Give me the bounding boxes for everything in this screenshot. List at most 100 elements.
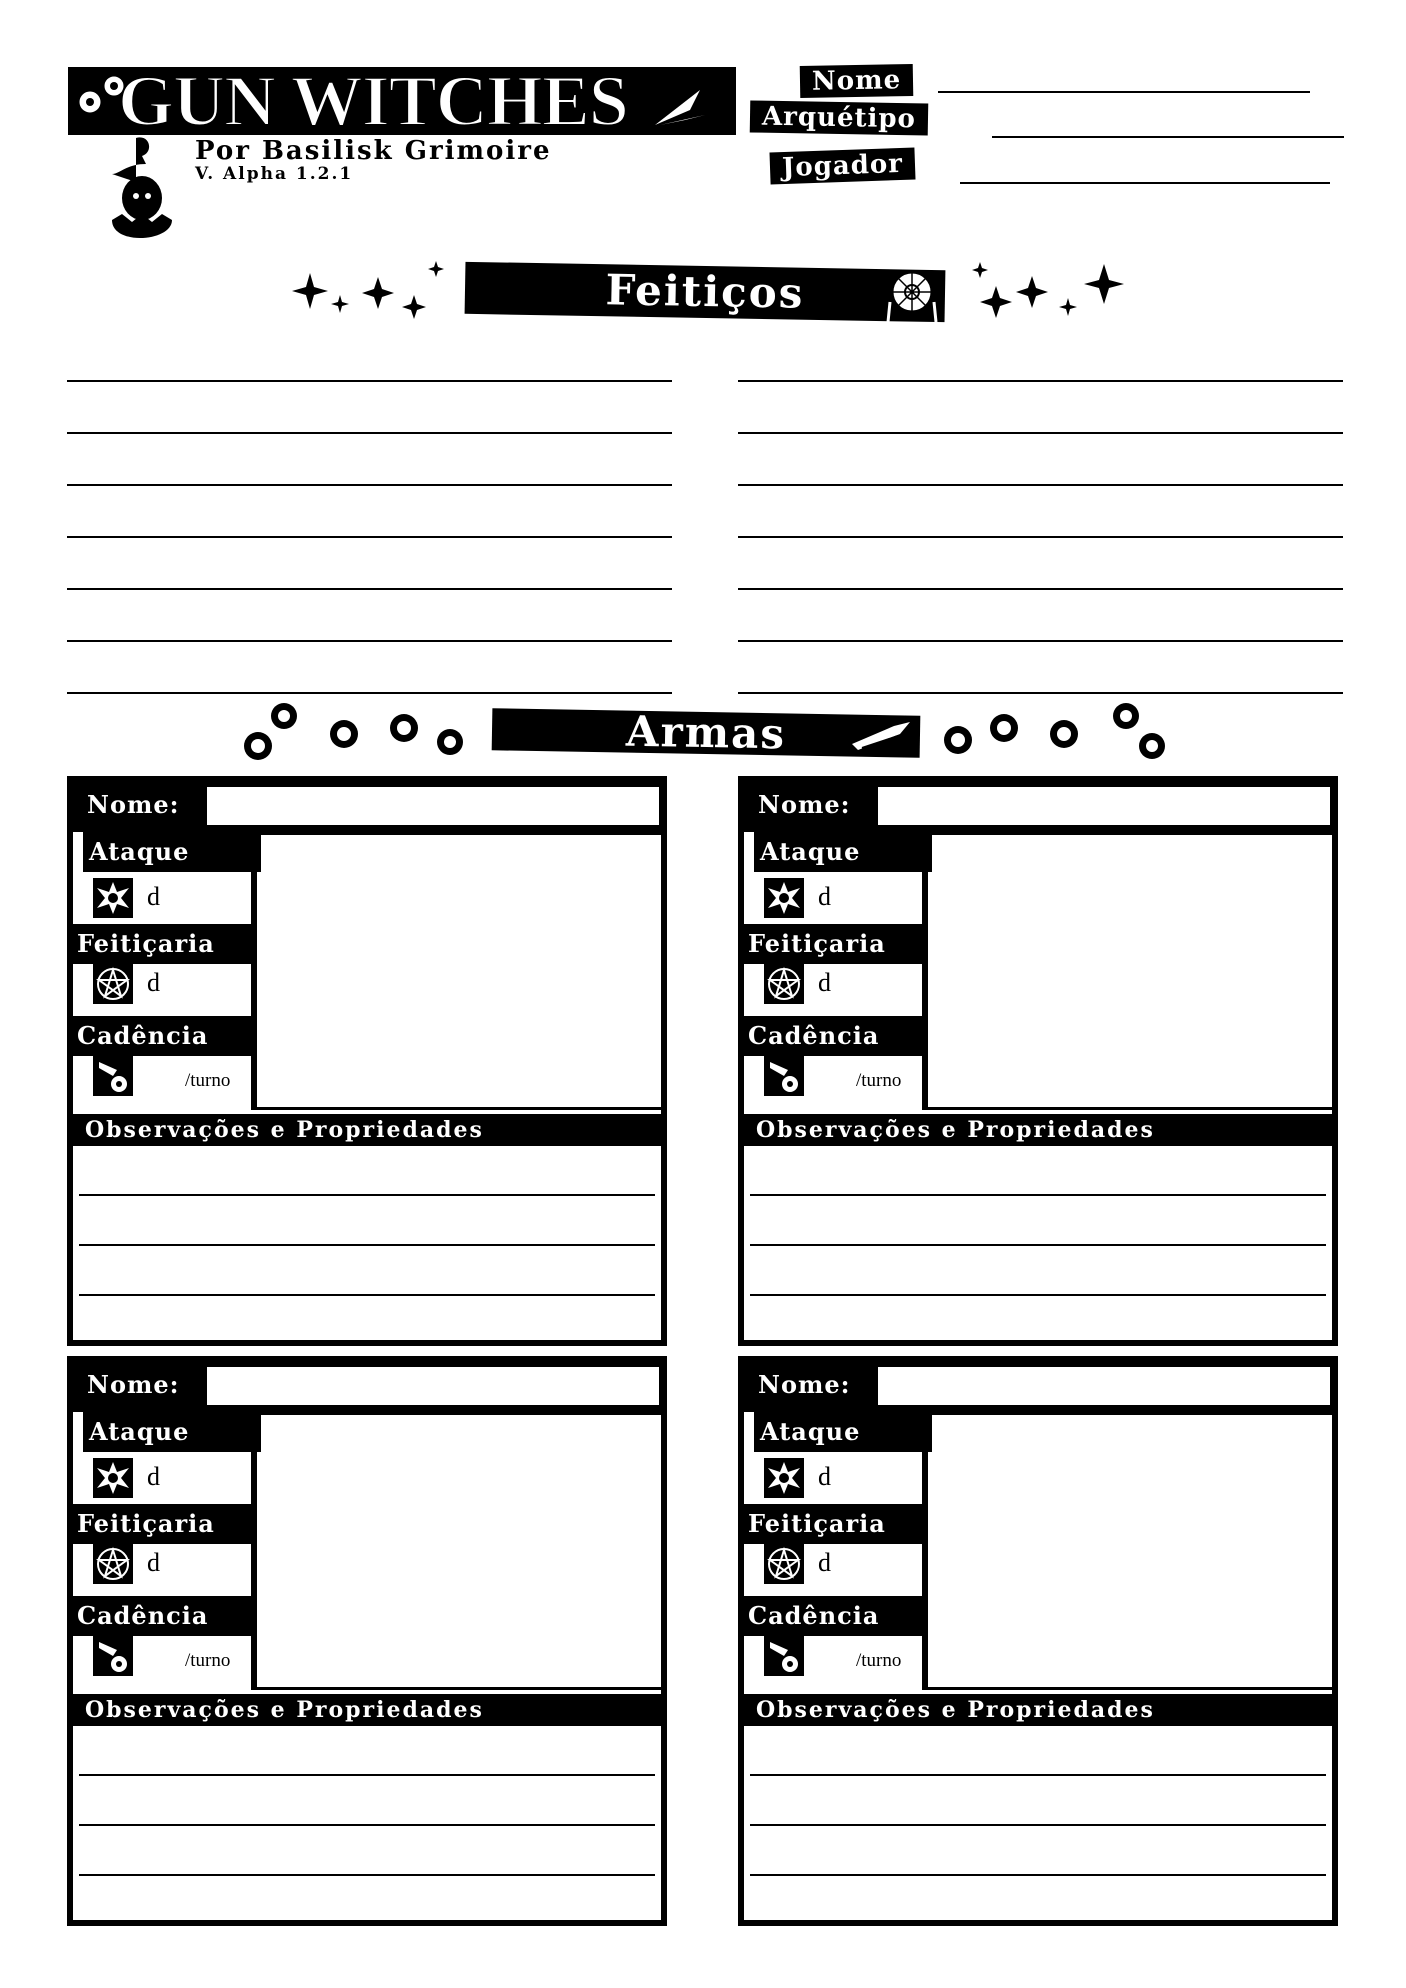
feiticaria-die-unit: d [818, 968, 831, 997]
spell-line[interactable] [738, 380, 1343, 432]
weapon-name-label: Nome: [758, 790, 851, 819]
spell-line[interactable] [738, 640, 1343, 692]
ataque-die-unit: d [818, 882, 831, 911]
obs-line[interactable] [79, 1294, 655, 1296]
obs-line[interactable] [79, 1194, 655, 1196]
obs-line[interactable] [750, 1824, 1326, 1826]
obs-line[interactable] [750, 1294, 1326, 1296]
arquetipo-field[interactable] [992, 136, 1344, 138]
sparkle-icon [292, 261, 444, 319]
feiticaria-die-unit: d [147, 1548, 160, 1577]
gun-chamber-icon [764, 1056, 804, 1096]
obs-label: Observações e Propriedades [744, 1114, 1332, 1146]
jogador-label: Jogador [769, 147, 916, 185]
witch-hat-egg-icon [112, 137, 172, 239]
obs-line[interactable] [79, 1824, 655, 1826]
cadencia-rate-unit: /turno [185, 1650, 231, 1671]
spell-line[interactable] [67, 484, 672, 536]
cadencia-label: Cadência [744, 1016, 922, 1056]
weapon-card: Nome: Ataque d Feitiçaria d Cadência /tu… [67, 1356, 667, 1926]
ataque-label: Ataque [754, 832, 932, 872]
weapon-name-field[interactable] [207, 787, 659, 825]
pentagram-icon [764, 1544, 804, 1584]
weapon-stats: Ataque d Feitiçaria d Cadência /turno [744, 832, 1332, 1114]
spell-line[interactable] [67, 432, 672, 484]
feather-icon [655, 90, 705, 125]
obs-line[interactable] [750, 1244, 1326, 1246]
weapon-name-bar: Nome: [73, 782, 661, 832]
spell-line[interactable] [67, 536, 672, 588]
logo-title: GUN WITCHES [117, 60, 630, 142]
spell-line[interactable] [738, 484, 1343, 536]
weapon-card: Nome: Ataque d Feitiçaria d Cadência /tu… [738, 1356, 1338, 1926]
obs-line[interactable] [750, 1874, 1326, 1876]
spell-line[interactable] [67, 588, 672, 640]
obs-line[interactable] [750, 1194, 1326, 1196]
feiticaria-label: Feitiçaria [73, 1504, 251, 1544]
pentagram-icon [93, 1544, 133, 1584]
obs-line[interactable] [750, 1774, 1326, 1776]
pentagram-icon [764, 964, 804, 1004]
bullet-hole-icon [93, 878, 133, 918]
cadencia-label: Cadência [73, 1016, 251, 1056]
obs-label: Observações e Propriedades [73, 1114, 661, 1146]
weapon-name-label: Nome: [87, 790, 180, 819]
weapon-name-bar: Nome: [744, 782, 1332, 832]
bullet-hole-icon [764, 878, 804, 918]
weapon-stats: Ataque d Feitiçaria d Cadência /turno [73, 832, 661, 1114]
spell-line[interactable] [738, 536, 1343, 588]
spell-line[interactable] [67, 692, 672, 694]
bullet-hole-icon [93, 1458, 133, 1498]
obs-line[interactable] [79, 1774, 655, 1776]
weapon-stats: Ataque d Feitiçaria d Cadência /turno [744, 1412, 1332, 1694]
obs-label: Observações e Propriedades [73, 1694, 661, 1726]
pentagram-icon [93, 964, 133, 1004]
weapon-name-field[interactable] [207, 1367, 659, 1405]
bullet-icon [852, 722, 910, 750]
weapon-name-label: Nome: [87, 1370, 180, 1399]
stats-notes-field[interactable] [257, 1415, 661, 1687]
sparkle-icon [972, 262, 1124, 318]
gun-chamber-icon [764, 1636, 804, 1676]
weapon-name-field[interactable] [878, 1367, 1330, 1405]
cadencia-label: Cadência [744, 1596, 922, 1636]
stats-notes-field[interactable] [928, 1415, 1332, 1687]
spell-line[interactable] [67, 640, 672, 692]
ataque-label: Ataque [83, 832, 261, 872]
spell-line[interactable] [738, 432, 1343, 484]
ataque-label: Ataque [83, 1412, 261, 1452]
obs-label: Observações e Propriedades [744, 1694, 1332, 1726]
bullet-hole-icon [764, 1458, 804, 1498]
stats-notes-field[interactable] [928, 835, 1332, 1107]
obs-line[interactable] [79, 1244, 655, 1246]
nome-label: Nome [799, 64, 914, 98]
weapon-name-field[interactable] [878, 787, 1330, 825]
bullet-hole-icon [244, 703, 463, 760]
spells-section-title: Feitiços [464, 261, 946, 323]
cadencia-label: Cadência [73, 1596, 251, 1636]
weapon-stats: Ataque d Feitiçaria d Cadência /turno [73, 1412, 661, 1694]
cadencia-rate-unit: /turno [856, 1650, 902, 1671]
weapon-name-bar: Nome: [73, 1362, 661, 1412]
stats-notes-field[interactable] [257, 835, 661, 1107]
nome-field[interactable] [938, 91, 1310, 93]
spell-line[interactable] [738, 692, 1343, 694]
ataque-die-unit: d [818, 1462, 831, 1491]
spell-line[interactable] [67, 380, 672, 432]
weapon-name-label: Nome: [758, 1370, 851, 1399]
spells-column-right [738, 380, 1343, 694]
version-label: V. Alpha 1.2.1 [195, 164, 354, 184]
spells-column-left [67, 380, 672, 694]
spell-line[interactable] [738, 588, 1343, 640]
jogador-field[interactable] [960, 182, 1330, 184]
gun-chamber-icon [93, 1636, 133, 1676]
cadencia-rate-unit: /turno [856, 1070, 902, 1091]
obs-line[interactable] [79, 1874, 655, 1876]
ataque-label: Ataque [754, 1412, 932, 1452]
weapon-card: Nome: Ataque d Feitiçaria d Cadência /tu… [738, 776, 1338, 1346]
cadencia-rate-unit: /turno [185, 1070, 231, 1091]
feiticaria-label: Feitiçaria [73, 924, 251, 964]
weapon-name-bar: Nome: [744, 1362, 1332, 1412]
gun-chamber-icon [93, 1056, 133, 1096]
author-byline: Por Basilisk Grimoire [195, 136, 552, 166]
